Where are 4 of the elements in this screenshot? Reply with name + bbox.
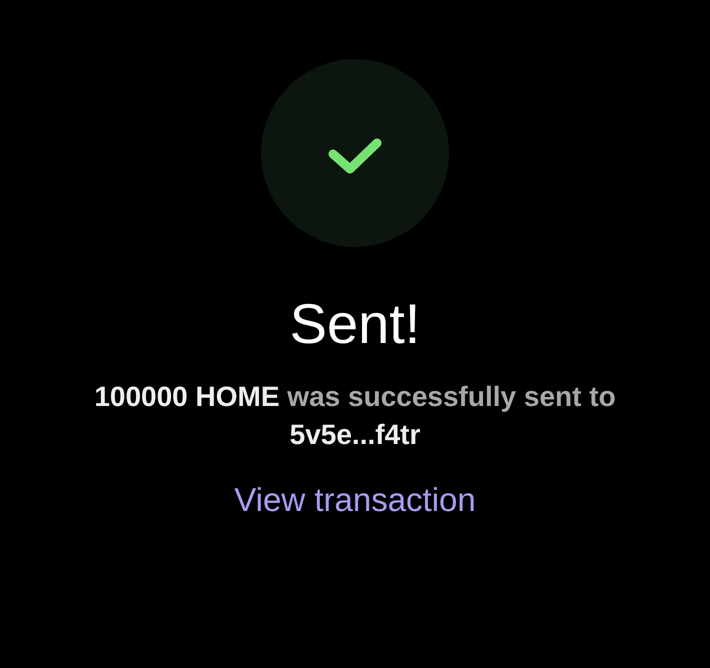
status-title: Sent! — [290, 294, 420, 354]
confirmation-message: 100000 HOME was successfully sent to 5v5e...f4tr — [93, 380, 617, 452]
view-transaction-link[interactable]: View transaction — [234, 480, 476, 520]
check-icon — [261, 59, 449, 247]
